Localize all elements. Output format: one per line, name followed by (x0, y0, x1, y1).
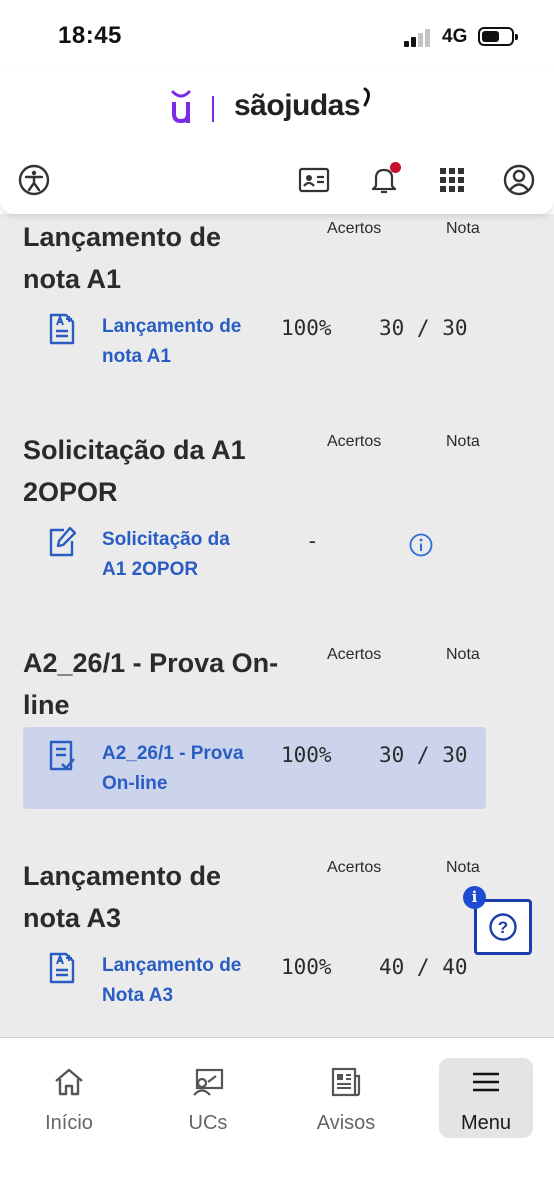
help-info-badge: i (463, 886, 486, 909)
section-title: Lançamento de nota A3 (23, 861, 222, 933)
home-icon (55, 1068, 83, 1096)
hits-value: 100% (281, 743, 332, 767)
brand-logo-text: sãojudas (234, 87, 374, 123)
item-link[interactable]: A2_26/1 - Prova On-line (102, 739, 252, 799)
nav-menu[interactable]: Menu (439, 1058, 533, 1138)
list-item[interactable]: Lançamento de nota A1 100% 30 / 30 (23, 300, 486, 382)
nav-label: Início (45, 1112, 93, 1134)
status-bar: 18:45 4G (0, 0, 554, 72)
hits-value: - (306, 529, 319, 553)
hits-value: 100% (281, 316, 332, 340)
help-button[interactable]: ? (474, 899, 532, 955)
column-hits-header: Acertos (327, 859, 382, 876)
info-icon[interactable] (409, 533, 433, 557)
nav-notices[interactable]: Avisos (299, 1058, 393, 1138)
network-type: 4G (442, 26, 468, 47)
menu-icon (473, 1072, 499, 1092)
nav-ucs[interactable]: UCs (161, 1058, 255, 1138)
hits-value: 100% (281, 955, 332, 979)
signal-icon (404, 29, 434, 47)
column-hits-header: Acertos (327, 433, 382, 450)
accessibility-icon[interactable] (16, 162, 52, 198)
list-item[interactable]: A2_26/1 - Prova On-line 100% 30 / 30 (23, 727, 486, 809)
grade-entry-icon (49, 952, 75, 984)
notification-badge (390, 162, 401, 173)
edit-icon (49, 526, 77, 557)
status-time: 18:45 (58, 22, 122, 49)
nav-label: Avisos (316, 1112, 376, 1134)
list-item[interactable]: Solicitação da A1 2OPOR - (23, 513, 486, 595)
logo-separator (212, 96, 214, 122)
section-title: Lançamento de nota A1 (23, 222, 222, 294)
item-link[interactable]: Lançamento de nota A1 (102, 312, 252, 372)
app-header: sãojudas (0, 72, 554, 214)
column-hits-header: Acertos (327, 220, 382, 237)
bottom-navigation: Início UCs Avisos Menu (0, 1037, 554, 1200)
column-grade-header: Nota (446, 646, 480, 663)
nav-label: UCs (188, 1112, 228, 1134)
column-hits-header: Acertos (327, 646, 382, 663)
item-link[interactable]: Solicitação da A1 2OPOR (102, 525, 252, 585)
help-icon: ? (489, 913, 517, 941)
grade-value: 40 / 40 (379, 955, 468, 979)
column-grade-header: Nota (446, 433, 480, 450)
id-card-icon[interactable] (296, 162, 332, 198)
nav-home[interactable]: Início (22, 1058, 116, 1138)
item-link[interactable]: Lançamento de Nota A3 (102, 951, 252, 1011)
section-title: A2_26/1 - Prova On-line (23, 648, 279, 720)
svg-text:?: ? (498, 918, 508, 937)
brand-logo-icon (171, 90, 191, 124)
grade-value: 30 / 30 (379, 743, 468, 767)
battery-icon (478, 27, 518, 46)
apps-grid-icon[interactable] (434, 162, 470, 198)
grades-content: Lançamento de nota A1 Acertos Nota Lança… (0, 214, 554, 1037)
grade-value: 30 / 30 (379, 316, 468, 340)
column-grade-header: Nota (446, 220, 480, 237)
user-icon[interactable] (501, 162, 537, 198)
column-grade-header: Nota (446, 859, 480, 876)
nav-label: Menu (460, 1112, 512, 1134)
news-icon (331, 1067, 361, 1097)
section-title: Solicitação da A1 2OPOR (23, 435, 246, 507)
classroom-icon (193, 1068, 224, 1096)
checklist-icon (49, 740, 75, 771)
grade-entry-icon (49, 313, 75, 345)
list-item[interactable]: Lançamento de Nota A3 100% 40 / 40 (23, 939, 486, 1021)
